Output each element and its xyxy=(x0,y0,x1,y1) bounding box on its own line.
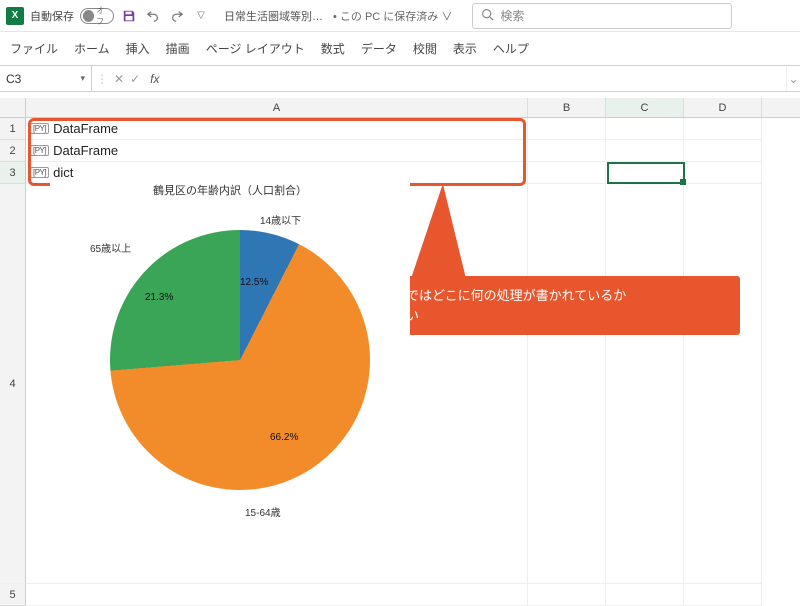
col-header-D[interactable]: D xyxy=(684,98,762,117)
autosave-toggle[interactable]: オフ xyxy=(80,8,114,24)
cell-B2[interactable] xyxy=(528,140,606,162)
chart-title: 鶴見区の年齢内訳（人口割合） xyxy=(50,182,410,198)
formula-input[interactable] xyxy=(163,66,786,91)
row-5: 5 xyxy=(0,584,800,606)
cell-A5[interactable] xyxy=(26,584,528,606)
cell-D5[interactable] xyxy=(684,584,762,606)
cell-C5[interactable] xyxy=(606,584,684,606)
save-icon[interactable] xyxy=(120,7,138,25)
cell-B4[interactable] xyxy=(528,184,606,584)
row-header-3[interactable]: 3 xyxy=(0,162,26,184)
col-header-C[interactable]: C xyxy=(606,98,684,117)
redo-icon[interactable] xyxy=(168,7,186,25)
cell-D2[interactable] xyxy=(684,140,762,162)
title-bar: X 自動保存 オフ ▽ 日常生活圏域等別… • この PC に保存済み ∨ 検索 xyxy=(0,0,800,32)
enter-icon[interactable]: ✓ xyxy=(130,72,140,86)
ribbon-tabs: ファイル ホーム 挿入 描画 ページ レイアウト 数式 データ 校閲 表示 ヘル… xyxy=(0,32,800,66)
cell-C2[interactable] xyxy=(606,140,684,162)
name-box[interactable]: C3 ▾ xyxy=(0,66,92,91)
cell-C1[interactable] xyxy=(606,118,684,140)
cancel-icon[interactable]: ✕ xyxy=(114,72,124,86)
cell-A1[interactable]: [PY] DataFrame xyxy=(26,118,528,140)
row-header-2[interactable]: 2 xyxy=(0,140,26,162)
pie-pct-2: 21.3% xyxy=(145,292,173,303)
cell-C4[interactable] xyxy=(606,184,684,584)
row-header-5[interactable]: 5 xyxy=(0,584,26,606)
cell-A3[interactable]: [PY] dict xyxy=(26,162,528,184)
cell-B3[interactable] xyxy=(528,162,606,184)
tab-review[interactable]: 校閲 xyxy=(413,40,437,57)
cell-A2-value: DataFrame xyxy=(53,143,118,158)
pie-chart[interactable]: 鶴見区の年齢内訳（人口割合） 14歳以下 15-64歳 65歳以上 12.5% … xyxy=(50,182,410,562)
pie-label-0: 14歳以下 xyxy=(260,212,301,227)
cell-D3[interactable] xyxy=(684,162,762,184)
formula-buttons: ⋮ ✕ ✓ fx xyxy=(92,66,163,91)
col-header-A[interactable]: A xyxy=(26,98,528,117)
name-box-value: C3 xyxy=(6,72,21,86)
pie-pct-0: 12.5% xyxy=(240,277,268,288)
python-chip-icon: [PY] xyxy=(30,123,49,134)
tab-formulas[interactable]: 数式 xyxy=(321,40,345,57)
undo-icon[interactable] xyxy=(144,7,162,25)
document-title: 日常生活圏域等別… xyxy=(224,8,323,24)
pie-label-2: 65歳以上 xyxy=(90,240,131,255)
row-3: 3 [PY] dict xyxy=(0,162,800,184)
cell-D1[interactable] xyxy=(684,118,762,140)
python-chip-icon: [PY] xyxy=(30,145,49,156)
search-icon xyxy=(481,8,494,24)
select-all-corner[interactable] xyxy=(0,98,26,117)
tab-data[interactable]: データ xyxy=(361,40,397,57)
column-headers: A B C D xyxy=(0,98,800,118)
col-header-B[interactable]: B xyxy=(528,98,606,117)
name-box-chevron-icon: ▾ xyxy=(80,73,85,84)
python-chip-icon: [PY] xyxy=(30,167,49,178)
pie-label-1: 15-64歳 xyxy=(245,504,281,519)
cell-A2[interactable]: [PY] DataFrame xyxy=(26,140,528,162)
cell-B5[interactable] xyxy=(528,584,606,606)
tab-home[interactable]: ホーム xyxy=(74,40,110,57)
worksheet-grid[interactable]: A B C D 1 [PY]DataFrame 2 [PY]DataFrame … xyxy=(0,98,800,586)
row-1: 1 [PY] DataFrame xyxy=(0,118,800,140)
formula-expand-icon[interactable]: ⌄ xyxy=(786,66,800,91)
tab-view[interactable]: 表示 xyxy=(453,40,477,57)
formula-split-icon[interactable]: ⋮ xyxy=(96,72,108,86)
pie-pct-1: 66.2% xyxy=(270,432,298,443)
tab-draw[interactable]: 描画 xyxy=(166,40,190,57)
formula-bar: C3 ▾ ⋮ ✕ ✓ fx ⌄ xyxy=(0,66,800,92)
tab-file[interactable]: ファイル xyxy=(10,40,58,57)
cell-D4[interactable] xyxy=(684,184,762,584)
cell-A3-value: dict xyxy=(53,165,73,180)
pie-chart-graphic xyxy=(110,230,370,490)
qat-dropdown-icon[interactable]: ▽ xyxy=(192,7,210,25)
search-placeholder: 検索 xyxy=(500,7,524,24)
saved-status[interactable]: • この PC に保存済み ∨ xyxy=(333,8,452,24)
row-2: 2 [PY] DataFrame xyxy=(0,140,800,162)
cell-C3[interactable] xyxy=(606,162,684,184)
row-header-1[interactable]: 1 xyxy=(0,118,26,140)
excel-app-icon: X xyxy=(6,7,24,25)
fx-icon[interactable]: fx xyxy=(150,72,159,86)
cell-B1[interactable] xyxy=(528,118,606,140)
cell-A1-value: DataFrame xyxy=(53,121,118,136)
row-header-4[interactable]: 4 xyxy=(0,184,26,584)
tab-insert[interactable]: 挿入 xyxy=(126,40,150,57)
autosave-label: 自動保存 xyxy=(30,8,74,24)
tab-help[interactable]: ヘルプ xyxy=(493,40,529,57)
search-box[interactable]: 検索 xyxy=(472,3,732,29)
tab-page-layout[interactable]: ページ レイアウト xyxy=(206,40,305,57)
autosave-toggle-text: オフ xyxy=(96,5,111,27)
